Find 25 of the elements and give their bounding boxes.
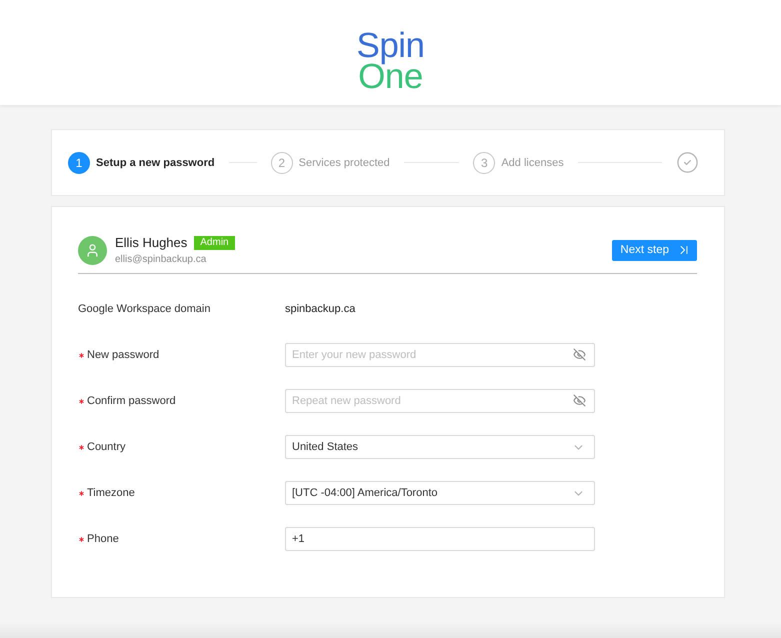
step-label: Setup a new password: [96, 156, 215, 168]
user-avatar-icon: [78, 236, 107, 264]
field-label: New password: [87, 349, 160, 361]
field-label: Google Workspace domain: [78, 303, 210, 315]
select-field[interactable]: United States: [285, 435, 595, 459]
step-number: 1: [68, 152, 90, 174]
field-label: Confirm password: [87, 395, 176, 407]
password-field[interactable]: Enter your new password: [285, 343, 595, 367]
step-label: Services protected: [298, 156, 390, 168]
eye-off-icon[interactable]: [573, 348, 586, 361]
field-value: spinbackup.ca: [285, 303, 356, 315]
role-badge: Admin: [194, 236, 235, 250]
select-field[interactable]: [UTC -04:00] America/Toronto: [285, 481, 595, 505]
field-label: Phone: [87, 533, 119, 545]
step-number: 3: [473, 152, 496, 174]
field-label: Timezone: [87, 487, 135, 499]
password-field[interactable]: Repeat new password: [285, 389, 595, 413]
user-email: ellis@spinbackup.ca: [115, 254, 208, 265]
step-number: 2: [270, 152, 293, 174]
eye-off-icon[interactable]: [573, 394, 586, 407]
check-circle-icon: [676, 151, 700, 174]
user-name: Ellis Hughes: [115, 235, 188, 250]
step-label: Add licenses: [501, 156, 564, 168]
text-field[interactable]: +1: [285, 527, 595, 551]
field-label: Country: [87, 441, 126, 453]
